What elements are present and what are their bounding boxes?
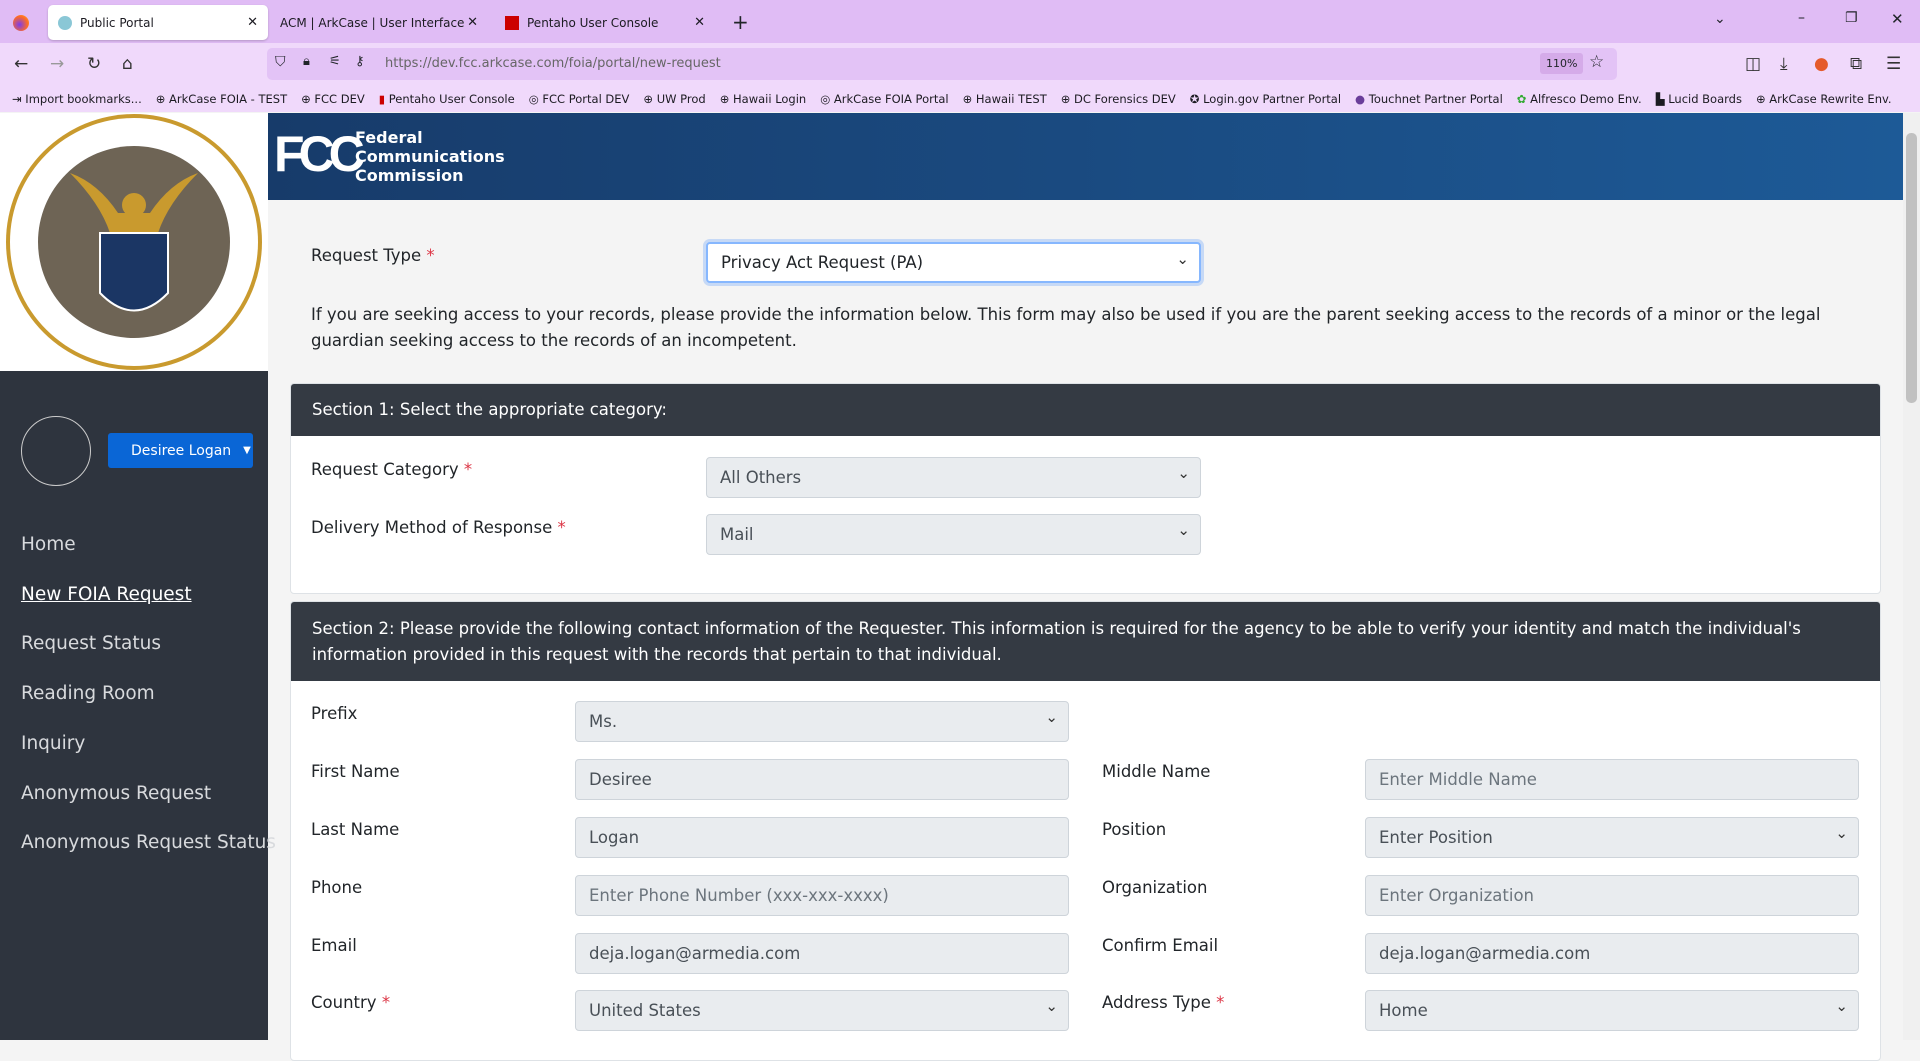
request-type-label: Request Type * — [311, 246, 435, 265]
tab-label: Pentaho User Console — [527, 15, 659, 30]
prefix-label: Prefix — [311, 704, 358, 723]
avatar[interactable] — [21, 416, 91, 486]
delivery-method-select[interactable]: Mail — [706, 514, 1201, 555]
bookmark[interactable]: ⊕ Hawaii Login — [720, 92, 807, 106]
lock-icon[interactable]: 🔒︎ — [303, 54, 310, 69]
list-tabs-icon[interactable]: ⌄ — [1714, 11, 1726, 27]
reload-icon[interactable]: ↻ — [87, 54, 101, 74]
first-name-input[interactable]: Desiree — [575, 759, 1069, 800]
phone-label: Phone — [311, 878, 363, 897]
prefix-select[interactable]: Ms. — [575, 701, 1069, 742]
position-label: Position — [1102, 820, 1167, 839]
tab-label: ACM | ArkCase | User Interface — [280, 15, 465, 30]
permissions-icon[interactable]: ⚟ — [329, 54, 341, 69]
url-text[interactable]: https://dev.fcc.arkcase.com/foia/portal/… — [385, 56, 721, 71]
pentaho-icon — [505, 15, 519, 30]
last-name-label: Last Name — [311, 820, 400, 839]
back-icon[interactable]: ← — [14, 54, 28, 74]
sidebar-item-reading-room[interactable]: Reading Room — [21, 683, 155, 704]
bookmark[interactable]: ⊕ UW Prod — [643, 92, 705, 106]
middle-name-label: Middle Name — [1102, 762, 1211, 781]
minimize-button[interactable]: – — [1798, 10, 1805, 26]
close-tab-icon[interactable]: ✕ — [467, 15, 478, 30]
country-label: Country * — [311, 993, 391, 1012]
user-name: Desiree Logan — [131, 442, 232, 459]
request-category-label: Request Category * — [311, 460, 473, 479]
bookmark[interactable]: ◎ ArkCase FOIA Portal — [820, 92, 948, 106]
request-type-select[interactable]: Privacy Act Request (PA) — [706, 242, 1201, 283]
last-name-input[interactable]: Logan — [575, 817, 1069, 858]
bookmark[interactable]: ✪ Login.gov Partner Portal — [1190, 92, 1341, 106]
bookmark[interactable]: ◎ FCC Portal DEV — [529, 92, 630, 106]
shield-icon[interactable]: ⛉ — [275, 54, 286, 70]
bookmark[interactable]: ✿ Alfresco Demo Env. — [1517, 92, 1642, 106]
sidebar-item-request-status[interactable]: Request Status — [21, 633, 161, 654]
fcc-wordmark: Federal Communications Commission — [355, 128, 505, 185]
key-icon[interactable]: ⚷ — [355, 54, 365, 69]
fcc-mark-logo: FCC — [274, 126, 365, 182]
caret-down-icon: ▼ — [243, 445, 251, 456]
firefox-icon[interactable] — [13, 15, 29, 31]
bookmark[interactable]: ▮ Pentaho User Console — [379, 92, 515, 106]
email-input[interactable]: deja.logan@armedia.com — [575, 933, 1069, 974]
tab-bar: Public Portal ✕ ACM | ArkCase | User Inte… — [0, 0, 1920, 43]
sidebar-item-home[interactable]: Home — [21, 534, 76, 555]
fcc-seal-logo[interactable] — [0, 113, 268, 371]
phone-input[interactable]: Enter Phone Number (xxx-xxx-xxxx) — [575, 875, 1069, 916]
bookmark[interactable]: ⊕ FCC DEV — [301, 92, 365, 106]
address-type-label: Address Type * — [1102, 993, 1225, 1012]
duckduckgo-icon[interactable]: ● — [1814, 54, 1829, 74]
confirm-email-input[interactable]: deja.logan@armedia.com — [1365, 933, 1859, 974]
tab-acm[interactable]: ACM | ArkCase | User Interface ✕ — [270, 5, 488, 40]
pocket-icon[interactable]: ◫ — [1745, 54, 1761, 74]
portal-favicon-icon — [58, 15, 72, 30]
middle-name-input[interactable]: Enter Middle Name — [1365, 759, 1859, 800]
tab-pentaho[interactable]: Pentaho User Console ✕ — [495, 5, 715, 40]
sidebar-item-inquiry[interactable]: Inquiry — [21, 733, 85, 754]
address-type-select[interactable]: Home — [1365, 990, 1859, 1031]
organization-input[interactable]: Enter Organization — [1365, 875, 1859, 916]
sidebar-item-anonymous-request-status[interactable]: Anonymous Request Status — [21, 832, 276, 853]
country-select[interactable]: United States — [575, 990, 1069, 1031]
delivery-method-label: Delivery Method of Response * — [311, 518, 566, 537]
section2-header: Section 2: Please provide the following … — [291, 602, 1880, 681]
forward-icon[interactable]: → — [50, 54, 64, 74]
extensions-icon[interactable]: ⧉ — [1850, 54, 1862, 74]
close-window-button[interactable]: ✕ — [1891, 10, 1904, 28]
page-scrollbar[interactable] — [1903, 113, 1920, 1040]
user-menu-button[interactable]: Desiree Logan ▼ — [108, 433, 253, 468]
bookmark[interactable]: ⊕ ArkCase Rewrite Env. — [1756, 92, 1892, 106]
email-label: Email — [311, 936, 357, 955]
url-bar[interactable]: ⛉ 🔒︎ ⚟ ⚷ https://dev.fcc.arkcase.com/foi… — [267, 48, 1617, 80]
intro-text: If you are seeking access to your record… — [311, 305, 1821, 350]
bookmark[interactable]: ● Touchnet Partner Portal — [1355, 92, 1503, 106]
confirm-email-label: Confirm Email — [1102, 936, 1219, 955]
close-tab-icon[interactable]: ✕ — [247, 15, 258, 30]
bookmark[interactable]: ⊕ ArkCase FOIA - TEST — [156, 92, 287, 106]
bookmark[interactable]: ⊕ DC Forensics DEV — [1061, 92, 1176, 106]
new-tab-button[interactable]: + — [732, 10, 749, 34]
organization-label: Organization — [1102, 878, 1208, 897]
request-category-select[interactable]: All Others — [706, 457, 1201, 498]
tab-public-portal[interactable]: Public Portal ✕ — [48, 5, 268, 40]
position-select[interactable]: Enter Position — [1365, 817, 1859, 858]
bookmark[interactable]: ⇥ Import bookmarks... — [12, 92, 142, 106]
download-icon[interactable]: ⤓ — [1780, 54, 1788, 74]
zoom-level[interactable]: 110% — [1540, 53, 1584, 74]
sidebar-item-new-foia-request[interactable]: New FOIA Request — [21, 584, 192, 605]
home-icon[interactable]: ⌂ — [122, 54, 133, 74]
section1-header: Section 1: Select the appropriate catego… — [291, 384, 1880, 436]
tab-label: Public Portal — [80, 15, 154, 30]
bookmarks-bar: ⇥ Import bookmarks... ⊕ ArkCase FOIA - T… — [0, 86, 1920, 112]
bookmark-star-icon[interactable]: ☆ — [1589, 52, 1604, 72]
menu-icon[interactable]: ☰ — [1886, 54, 1901, 74]
first-name-label: First Name — [311, 762, 400, 781]
bookmark[interactable]: ▙ Lucid Boards — [1656, 92, 1742, 106]
close-tab-icon[interactable]: ✕ — [694, 15, 705, 30]
fcc-banner: FCC Federal Communications Commission — [268, 113, 1903, 200]
bookmark[interactable]: ⊕ Hawaii TEST — [963, 92, 1047, 106]
sidebar-item-anonymous-request[interactable]: Anonymous Request — [21, 783, 211, 804]
restore-button[interactable]: ❐ — [1845, 10, 1858, 26]
